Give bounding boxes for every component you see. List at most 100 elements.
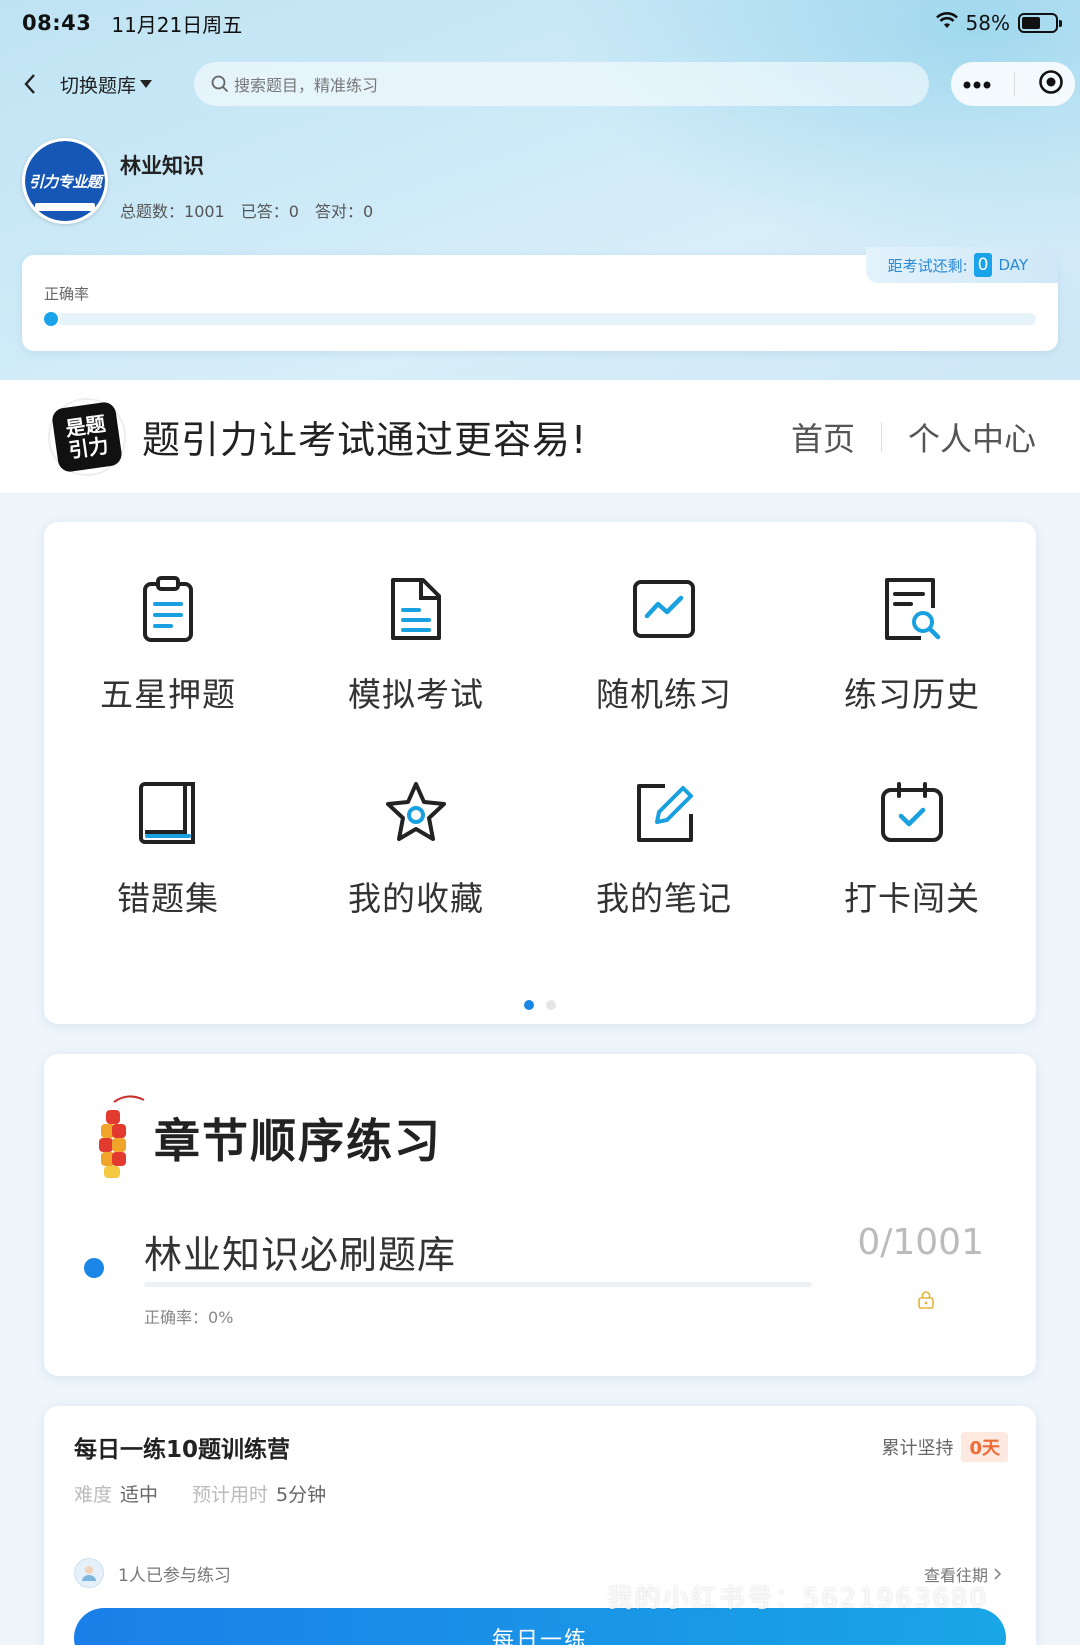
difficulty-label: 难度 [74, 1484, 113, 1506]
answered-label: 已答： [240, 202, 289, 221]
firecracker-icon [99, 1095, 145, 1178]
feature-label: 模拟考试 [348, 675, 484, 714]
feature-notes[interactable]: 我的笔记 [540, 776, 788, 920]
chapter-title-row: 章节顺序练习 [88, 1088, 442, 1188]
target-circle-icon [1039, 70, 1063, 94]
chevron-left-icon [24, 74, 35, 94]
exam-countdown-unit: DAY [998, 256, 1028, 274]
switch-bank-dropdown[interactable]: 切换题库 [60, 71, 188, 98]
chapter-accuracy-value: 0% [208, 1308, 234, 1327]
star-icon [386, 782, 446, 841]
chevron-right-icon [994, 1568, 1002, 1580]
chapter-title: 章节顺序练习 [154, 1114, 442, 1168]
accuracy-label: 正确率 [44, 285, 90, 303]
slogan-text: 题引力让考试通过更容易! [142, 418, 588, 462]
lock-icon[interactable] [916, 1290, 936, 1314]
correct-value: 0 [362, 202, 374, 221]
book-icon [139, 782, 195, 844]
avatar-band [35, 203, 95, 211]
slogan-bar: 是题 引力 题引力让考试通过更容易! 首页 个人中心 [0, 380, 1080, 493]
watermark: 我的小红书号：5621963680 [606, 1584, 988, 1614]
close-miniprogram-button[interactable] [1038, 69, 1064, 99]
feature-favorites[interactable]: 我的收藏 [292, 776, 540, 920]
clipboard-icon [143, 576, 193, 642]
question-bank-profile: 引力专业题 林业知识 总题数：1001 已答：0 答对：0 [22, 138, 373, 224]
back-button[interactable] [0, 56, 60, 112]
estimated-time-value: 5分钟 [276, 1484, 327, 1506]
pager-dot[interactable] [546, 1000, 556, 1010]
capsule-divider [1014, 72, 1016, 96]
difficulty-value: 适中 [120, 1484, 159, 1506]
feature-label: 我的收藏 [348, 879, 484, 918]
status-time: 08:43 [22, 11, 92, 35]
participants-text: 1人已参与练习 [118, 1565, 231, 1586]
more-button[interactable] [962, 75, 992, 94]
wifi-icon [935, 11, 958, 35]
switch-bank-label: 切换题库 [60, 74, 137, 97]
note-edit-icon [637, 784, 693, 842]
chapter-accuracy-label: 正确率： [144, 1308, 209, 1327]
difficulty: 难度 适中 [74, 1480, 158, 1507]
feature-label: 错题集 [117, 879, 219, 918]
accuracy-card: 距考试还剩: 0 DAY 正确率 [22, 247, 1058, 351]
exam-countdown-value: 0 [973, 253, 993, 277]
feature-label: 五星押题 [100, 675, 236, 714]
grid-pager [44, 1000, 1036, 1010]
streak-badge: 0天 [961, 1432, 1008, 1462]
search-icon [211, 75, 229, 93]
feature-grid: 五星押题 模拟考试 随机练习 练习历史 错题集 我的收藏 我的笔记 打卡闯关 [44, 572, 1036, 920]
exam-countdown-label: 距考试还剩: [887, 256, 968, 275]
accuracy-progress-indicator [42, 310, 60, 328]
document-icon [391, 578, 441, 640]
bank-stats: 总题数：1001 已答：0 答对：0 [120, 198, 373, 222]
bank-name: 林业知识 [120, 154, 204, 178]
feature-practice-history[interactable]: 练习历史 [788, 572, 1036, 716]
feature-mock-exam[interactable]: 模拟考试 [292, 572, 540, 716]
chapter-accuracy: 正确率：0% [144, 1304, 233, 1328]
nav-profile[interactable]: 个人中心 [908, 414, 1036, 460]
streak-label: 累计坚持 [881, 1438, 954, 1459]
app-logo-mark: 是题 引力 [50, 400, 124, 473]
profile-info: 林业知识 总题数：1001 已答：0 答对：0 [120, 150, 373, 222]
history-search-icon [885, 578, 941, 640]
total-questions: 总题数：1001 [120, 198, 225, 222]
accuracy-progress-track [44, 313, 1036, 325]
feature-label: 练习历史 [844, 675, 980, 714]
participants: 1人已参与练习 [74, 1558, 231, 1588]
total-value: 1001 [184, 202, 225, 221]
battery-percent: 58% [965, 11, 1010, 35]
bank-avatar: 引力专业题 [22, 138, 108, 224]
status-bar: 08:43 11月21日周五 58% [0, 0, 1080, 46]
more-dots-icon [963, 81, 991, 88]
estimated-time: 预计用时 5分钟 [192, 1480, 326, 1507]
answered-value: 0 [288, 202, 299, 221]
daily-streak: 累计坚持 0天 [881, 1432, 1008, 1462]
search-placeholder: 搜索题目，精准练习 [234, 76, 379, 95]
daily-meta: 难度 适中 预计用时 5分钟 [74, 1480, 326, 1507]
feature-five-star[interactable]: 五星押题 [44, 572, 292, 716]
pager-dot-active[interactable] [524, 1000, 534, 1010]
top-nav: 首页 个人中心 [791, 414, 1036, 460]
correct-label: 答对： [314, 202, 363, 221]
estimated-time-label: 预计用时 [192, 1484, 269, 1506]
chapter-item-name[interactable]: 林业知识必刷题库 [144, 1224, 456, 1279]
chapter-progress: 0/1001 [857, 1222, 984, 1263]
app-logo: 是题 引力 [48, 397, 126, 476]
feature-random-practice[interactable]: 随机练习 [540, 572, 788, 716]
logo-line2: 引力 [67, 432, 111, 463]
feature-label: 打卡闯关 [844, 879, 980, 918]
exam-countdown-tag[interactable]: 距考试还剩: 0 DAY [865, 247, 1058, 283]
chapter-bullet [84, 1258, 104, 1278]
nav-home[interactable]: 首页 [791, 414, 855, 460]
feature-wrong-questions[interactable]: 错题集 [44, 776, 292, 920]
search-input[interactable]: 搜索题目，精准练习 [194, 62, 929, 106]
nav-divider [880, 421, 882, 452]
feature-grid-card: 五星押题 模拟考试 随机练习 练习历史 错题集 我的收藏 我的笔记 打卡闯关 [44, 522, 1036, 1024]
caret-down-icon [140, 80, 153, 88]
total-label: 总题数： [120, 202, 185, 221]
miniprogram-capsule [951, 62, 1075, 106]
feature-check-in[interactable]: 打卡闯关 [788, 776, 1036, 920]
battery-icon [1018, 13, 1062, 33]
daily-title: 每日一练10题训练营 [74, 1437, 291, 1463]
correct-count: 答对：0 [315, 198, 373, 222]
